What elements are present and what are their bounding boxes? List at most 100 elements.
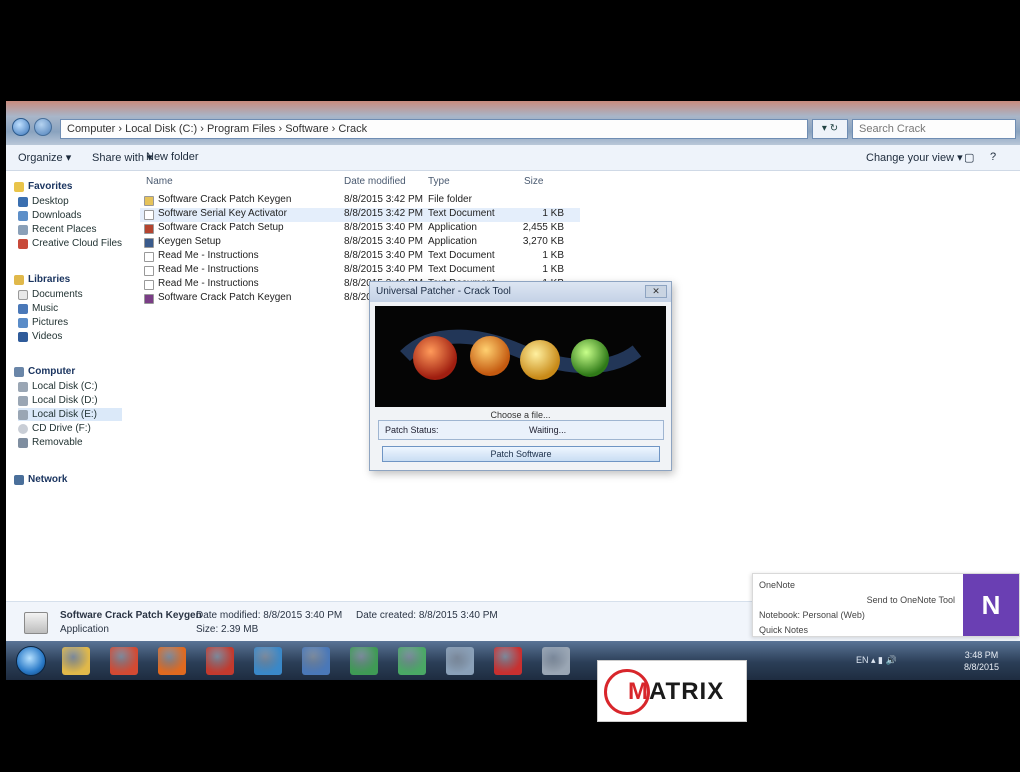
chrome-app-icon[interactable] — [110, 647, 138, 675]
file-row[interactable]: Software Crack Patch Keygen 8/8/2015 3:42… — [140, 194, 580, 208]
drive-icon — [18, 395, 28, 406]
recent-places-icon — [18, 224, 28, 235]
file-type: Application — [428, 222, 477, 233]
nav-label: Favorites — [28, 181, 73, 192]
nav-network-header[interactable]: Network — [14, 473, 67, 486]
media-app-icon[interactable] — [350, 647, 378, 675]
firefox-app-icon[interactable] — [158, 647, 186, 675]
nav-item-creative-cloud[interactable]: Creative Cloud Files — [18, 237, 122, 250]
column-header-date[interactable]: Date modified — [344, 176, 406, 187]
file-row[interactable]: Read Me - Instructions 8/8/2015 3:40 PM Te… — [140, 264, 580, 278]
network-app-icon[interactable] — [254, 647, 282, 675]
notification-body: OneNote Send to OneNote Tool Notebook: P… — [759, 580, 955, 640]
record-app-icon[interactable] — [494, 647, 522, 675]
notification-line: OneNote — [759, 580, 796, 590]
nav-label: Recent Places — [32, 224, 97, 235]
nav-label: Documents — [32, 289, 83, 300]
disk-app-icon[interactable] — [446, 647, 474, 675]
system-tray[interactable]: EN ▴ ▮ 🔊 — [856, 655, 897, 666]
matrix-watermark-logo: MATRIX — [597, 660, 747, 722]
nav-label: CD Drive (F:) — [32, 423, 91, 434]
nav-item-cd-drive[interactable]: CD Drive (F:) — [18, 422, 91, 435]
refresh-button[interactable]: ▾ ↻ — [812, 119, 848, 139]
watermark-text: MATRIX — [628, 678, 724, 706]
file-size: 1 KB — [542, 250, 564, 261]
music-icon — [18, 303, 28, 314]
navigation-pane: Favorites Desktop Downloads Recent Place… — [6, 172, 134, 600]
details-modified: Date modified: 8/8/2015 3:40 PM — [196, 610, 343, 621]
watermark-prefix: M — [628, 678, 649, 705]
file-date: 8/8/2015 3:40 PM — [344, 264, 423, 275]
address-bar[interactable]: Computer › Local Disk (C:) › Program Fil… — [60, 119, 808, 139]
documents-icon — [18, 289, 28, 300]
patch-status-value: Waiting... — [529, 425, 567, 435]
details-file-name: Software Crack Patch Keygen — [60, 610, 202, 621]
window-app-icon[interactable] — [542, 647, 570, 675]
details-created: Date created: 8/8/2015 3:40 PM — [356, 610, 498, 621]
nav-label: Downloads — [32, 210, 82, 221]
search-input[interactable]: Search Crack — [852, 119, 1016, 139]
file-date: 8/8/2015 3:40 PM — [344, 222, 423, 233]
nav-item-music[interactable]: Music — [18, 302, 58, 315]
taskbar: EN ▴ ▮ 🔊 3:48 PM 8/8/2015 — [6, 641, 1020, 680]
file-icon — [144, 252, 154, 262]
column-header-size[interactable]: Size — [524, 176, 543, 187]
watermark-word: ATRIX — [649, 678, 725, 705]
star-icon — [14, 181, 24, 192]
explorer-app-icon[interactable] — [62, 647, 90, 675]
libraries-icon — [14, 274, 24, 285]
nav-favorites-header[interactable]: Favorites — [14, 180, 72, 193]
back-arrow-icon[interactable] — [12, 118, 30, 136]
organize-menu[interactable]: Organize ▾ — [18, 151, 71, 164]
nav-label: Removable — [32, 437, 83, 448]
forward-arrow-icon[interactable] — [34, 118, 52, 136]
explorer-address-row: Computer › Local Disk (C:) › Program Fil… — [6, 101, 1020, 145]
banner-orange-orb — [470, 336, 510, 376]
nav-item-disk-c[interactable]: Local Disk (C:) — [18, 380, 98, 393]
nav-item-disk-e[interactable]: Local Disk (E:) — [18, 408, 122, 421]
taskbar-clock[interactable]: 3:48 PM 8/8/2015 — [964, 649, 999, 673]
nav-item-disk-d[interactable]: Local Disk (D:) — [18, 394, 98, 407]
file-icon — [144, 294, 154, 304]
nav-item-recent-places[interactable]: Recent Places — [18, 223, 96, 236]
notification-line: Quick Notes — [759, 625, 809, 635]
file-row[interactable]: Software Serial Key Activator 8/8/2015 3:… — [140, 208, 580, 222]
green-app-icon[interactable] — [398, 647, 426, 675]
file-row[interactable]: Software Crack Patch Setup 8/8/2015 3:40 … — [140, 222, 580, 236]
nav-computer-header[interactable]: Computer — [14, 365, 75, 378]
nav-item-downloads[interactable]: Downloads — [18, 209, 81, 222]
nav-item-removable[interactable]: Removable — [18, 436, 83, 449]
share-with-menu[interactable]: Share with ▾ — [92, 151, 153, 164]
change-view-button[interactable]: Change your view ▾ — [866, 151, 963, 164]
nav-item-desktop[interactable]: Desktop — [18, 195, 69, 208]
tool-app-icon[interactable] — [206, 647, 234, 675]
pictures-icon — [18, 317, 28, 328]
file-type: Text Document — [428, 250, 495, 261]
start-button-icon[interactable] — [16, 646, 46, 676]
new-folder-button[interactable]: New folder — [146, 151, 199, 163]
close-icon[interactable]: ✕ — [645, 285, 667, 298]
file-row[interactable]: Read Me - Instructions 8/8/2015 3:40 PM Te… — [140, 250, 580, 264]
doc-app-icon[interactable] — [302, 647, 330, 675]
file-type: Text Document — [428, 208, 495, 219]
video-letterbox-top — [0, 0, 1020, 101]
nav-label: Pictures — [32, 317, 69, 328]
nav-libraries-header[interactable]: Libraries — [14, 273, 70, 286]
cd-drive-icon — [18, 423, 28, 434]
file-icon — [144, 196, 154, 206]
preview-pane-button[interactable]: ▢ — [964, 151, 974, 164]
column-header-name[interactable]: Name — [146, 176, 173, 187]
file-row[interactable]: Keygen Setup 8/8/2015 3:40 PM Application 3… — [140, 236, 580, 250]
nav-item-pictures[interactable]: Pictures — [18, 316, 68, 329]
nav-item-videos[interactable]: Videos — [18, 330, 62, 343]
file-date: 8/8/2015 3:40 PM — [344, 250, 423, 261]
nav-label: Creative Cloud Files — [32, 238, 123, 249]
column-header-type[interactable]: Type — [428, 176, 450, 187]
file-name: Read Me - Instructions — [158, 278, 259, 289]
patch-button[interactable]: Patch Software — [382, 446, 660, 462]
file-icon — [144, 266, 154, 276]
network-icon — [14, 474, 24, 485]
help-button[interactable]: ? — [990, 151, 996, 163]
nav-item-documents[interactable]: Documents — [18, 288, 83, 301]
onenote-notification[interactable]: OneNote Send to OneNote Tool Notebook: P… — [752, 573, 1020, 637]
